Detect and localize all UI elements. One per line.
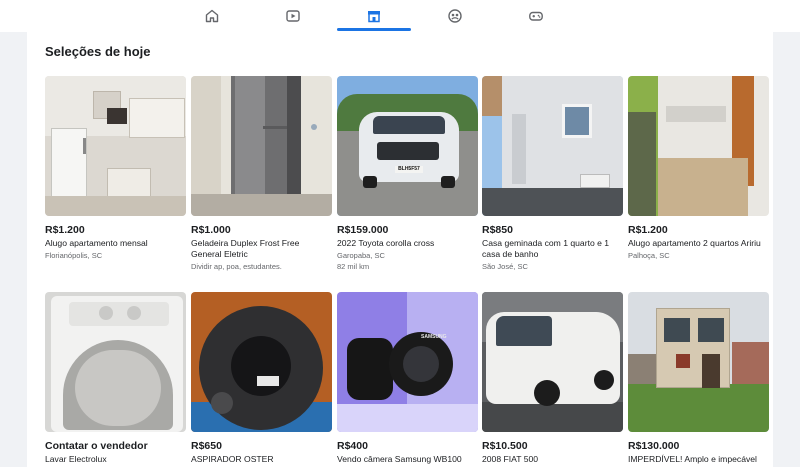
listing-card[interactable]: R$650 ASPIRADOR OSTER [191, 292, 332, 465]
home-icon [205, 9, 219, 23]
listing-mileage: 82 mil km [337, 262, 370, 271]
listing-image [191, 76, 332, 216]
listing-title: Lavar Electrolux [45, 454, 107, 464]
listing-title: ASPIRADOR OSTER [191, 454, 274, 464]
listing-card[interactable]: BLH5F57 R$159.000 2022 Toyota corolla cr… [337, 76, 478, 271]
groups-icon [448, 9, 462, 23]
listing-price: R$1.200 [45, 224, 85, 236]
listing-image [191, 292, 332, 432]
listing-price: R$400 [337, 440, 368, 452]
listing-location: Garopaba, SC [337, 251, 385, 260]
listing-card[interactable]: R$130.000 IMPERDÍVEL! Amplo e impecável [628, 292, 769, 465]
listing-price: R$850 [482, 224, 513, 236]
top-navigation-bar [0, 0, 800, 32]
listing-title: Alugo apartamento 2 quartos Aririu [628, 238, 761, 248]
listing-price: R$10.500 [482, 440, 528, 452]
listing-location: São José, SC [482, 262, 528, 271]
license-plate: BLH5F57 [395, 166, 423, 173]
section-title: Seleções de hoje [45, 44, 151, 59]
nav-tab-home[interactable] [175, 0, 249, 32]
listing-price: R$159.000 [337, 224, 389, 236]
listing-price: Contatar o vendedor [45, 440, 148, 452]
listing-title: Casa geminada com 1 quarto e 1 casa de b… [482, 238, 610, 259]
listing-image [482, 292, 623, 432]
listing-image [45, 76, 186, 216]
listing-card[interactable]: R$1.200 Alugo apartamento mensal Florian… [45, 76, 186, 261]
listing-image [482, 76, 623, 216]
listing-price: R$1.200 [628, 224, 668, 236]
nav-tab-video[interactable] [256, 0, 330, 32]
listing-title: IMPERDÍVEL! Amplo e impecável [628, 454, 757, 464]
camera-brand-text: SAMSUNG [421, 334, 447, 340]
listing-location: Palhoça, SC [628, 251, 670, 260]
listing-title: 2022 Toyota corolla cross [337, 238, 435, 248]
video-icon [286, 10, 300, 22]
listing-card[interactable]: R$850 Casa geminada com 1 quarto e 1 cas… [482, 76, 623, 272]
listing-title: Alugo apartamento mensal [45, 238, 148, 248]
listing-image [628, 76, 769, 216]
listing-location: Dividir ap, poa, estudantes. [191, 262, 282, 271]
listing-card[interactable]: Contatar o vendedor Lavar Electrolux [45, 292, 186, 465]
listing-image [45, 292, 186, 432]
listing-title: Vendo câmera Samsung WB100 [337, 454, 462, 464]
listing-card[interactable]: R$1.000 Geladeira Duplex Frost Free Gene… [191, 76, 332, 272]
marketplace-icon [368, 11, 380, 23]
listing-title: 2008 FIAT 500 [482, 454, 539, 464]
nav-tab-gaming[interactable] [499, 0, 573, 32]
nav-tab-groups[interactable] [418, 0, 492, 32]
nav-tab-marketplace[interactable] [337, 0, 411, 32]
listing-card[interactable]: SAMSUNG R$400 Vendo câmera Samsung WB100 [337, 292, 478, 465]
listing-image: BLH5F57 [337, 76, 478, 216]
listing-price: R$650 [191, 440, 222, 452]
listing-price: R$1.000 [191, 224, 231, 236]
listing-image: SAMSUNG [337, 292, 478, 432]
listing-title: Geladeira Duplex Frost Free General Elet… [191, 238, 300, 259]
marketplace-panel: Seleções de hoje R$1.200 Alugo apartamen… [27, 32, 773, 467]
listing-price: R$130.000 [628, 440, 680, 452]
listing-card[interactable]: R$10.500 2008 FIAT 500 [482, 292, 623, 465]
listing-image [628, 292, 769, 432]
listing-card[interactable]: R$1.200 Alugo apartamento 2 quartos Arir… [628, 76, 769, 261]
gaming-icon [529, 11, 543, 21]
listing-location: Florianópolis, SC [45, 251, 103, 260]
